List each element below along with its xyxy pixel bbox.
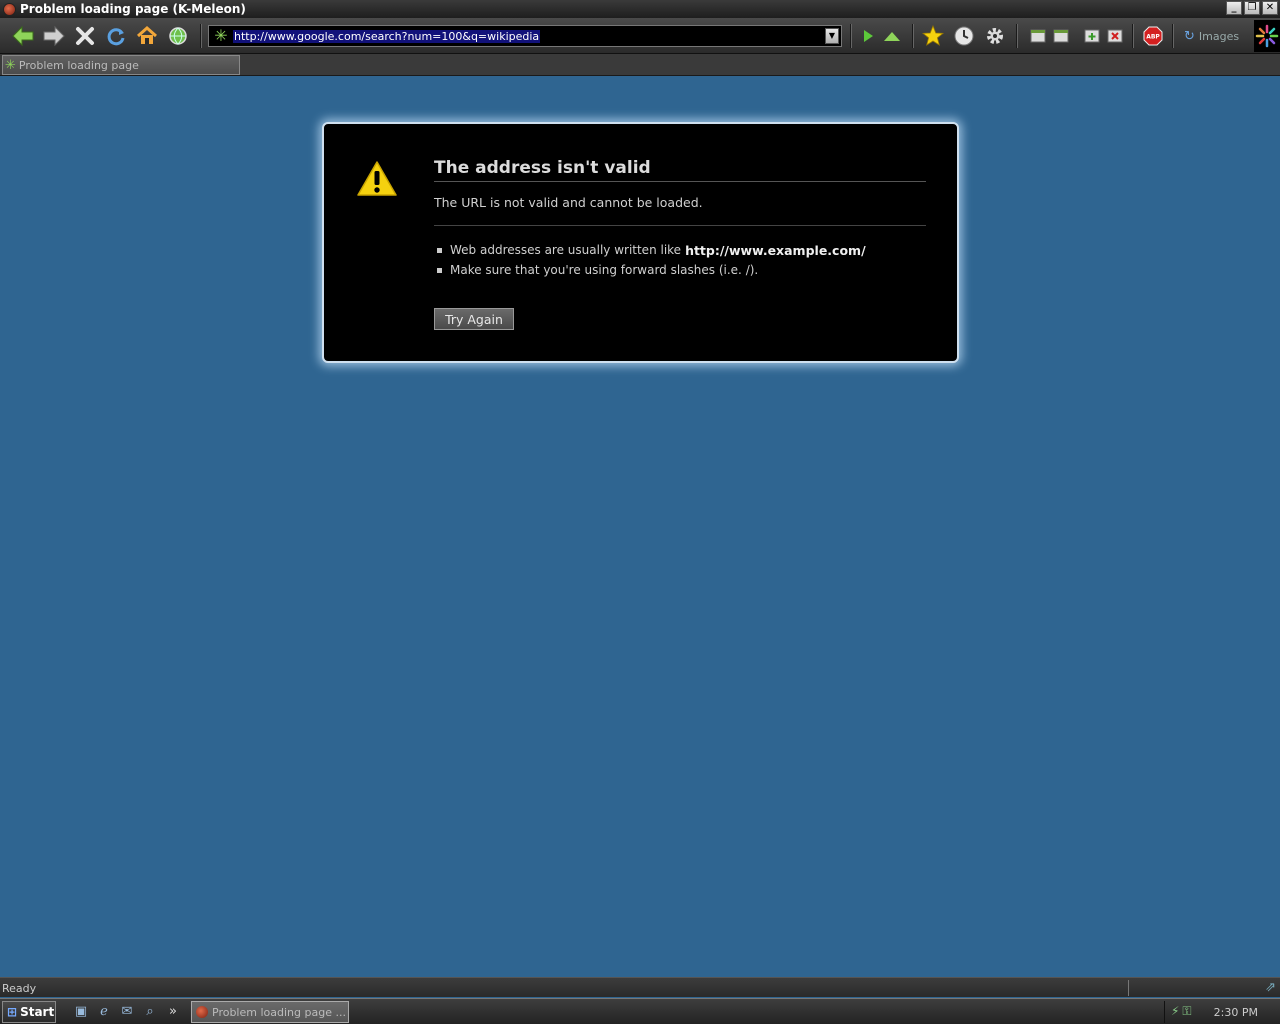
window-titlebar: Problem loading page (K-Meleon) _ ❐ ✕	[0, 0, 1280, 18]
toolbar-separator	[1132, 24, 1134, 48]
images-toggle-button[interactable]: ↻ Images	[1184, 26, 1239, 46]
toolbar-separator	[850, 24, 852, 48]
suggestion-item: Web addresses are usually written like h…	[437, 240, 866, 260]
window-controls: _ ❐ ✕	[1226, 1, 1278, 15]
taskbar: ⊞ Start ▣ ℯ ✉ ⌕ » Problem loading page .…	[0, 998, 1280, 1024]
kmeleon-app-icon	[3, 2, 16, 16]
bookmarks-button[interactable]	[920, 23, 946, 49]
system-tray: ⚡⚿ 2:30 PM	[1164, 1001, 1280, 1023]
back-button[interactable]	[10, 23, 36, 49]
go-arrow-icon	[864, 30, 873, 42]
error-suggestions-list: Web addresses are usually written like h…	[437, 240, 866, 280]
tab-label: Problem loading page	[18, 58, 139, 72]
up-arrow-icon	[884, 32, 900, 41]
images-refresh-icon: ↻	[1184, 28, 1195, 44]
adblock-button[interactable]: ABP	[1140, 23, 1166, 49]
suggestion-text: Web addresses are usually written like	[450, 243, 682, 257]
window-prev-icon	[1030, 29, 1046, 43]
clock: 2:30 PM	[1213, 1006, 1258, 1019]
page-content: The address isn't valid The URL is not v…	[0, 77, 1280, 977]
history-button[interactable]	[951, 23, 977, 49]
svg-text:ABP: ABP	[1146, 34, 1160, 41]
suggestion-item: Make sure that you're using forward slas…	[437, 260, 866, 280]
new-window-icon	[1084, 29, 1100, 43]
kmeleon-app-icon	[196, 1006, 208, 1018]
forward-arrow-icon	[43, 25, 65, 47]
window-next-button[interactable]	[1048, 23, 1074, 49]
adblock-icon: ABP	[1143, 26, 1163, 46]
close-window-icon	[1107, 29, 1123, 43]
window-title: Problem loading page (K-Meleon)	[20, 2, 246, 16]
kmeleon-logo-icon	[1254, 20, 1280, 52]
loading-favicon-icon: ✳	[214, 26, 228, 45]
globe-icon	[169, 27, 187, 45]
toolbar-separator	[912, 24, 914, 48]
window-next-icon	[1053, 29, 1069, 43]
tab-strip: ✳ Problem loading page	[0, 54, 1280, 76]
quicklaunch-more-button[interactable]: »	[164, 1003, 182, 1021]
stop-button[interactable]	[72, 23, 98, 49]
url-bar[interactable]: ✳ http://www.google.com/search?num=100&q…	[208, 25, 842, 47]
reload-icon	[107, 28, 125, 46]
images-label: Images	[1198, 29, 1240, 43]
bullet-icon	[437, 247, 442, 253]
stop-x-icon	[76, 27, 94, 45]
start-label: Start	[20, 1005, 55, 1019]
internet-explorer-icon[interactable]: ℯ	[95, 1003, 113, 1021]
restore-button[interactable]: ❐	[1244, 1, 1260, 15]
navigation-toolbar: ✳ http://www.google.com/search?num=100&q…	[0, 18, 1280, 54]
back-arrow-icon	[12, 25, 34, 47]
gear-icon	[987, 28, 1003, 44]
windows-flag-icon: ⊞	[7, 1005, 18, 1019]
bullet-icon	[437, 267, 442, 273]
error-title: The address isn't valid	[434, 158, 926, 182]
go-button[interactable]	[855, 23, 881, 49]
show-desktop-icon[interactable]: ▣	[72, 1003, 90, 1021]
popup-blocker-icon[interactable]: ⇗	[1265, 980, 1276, 995]
outlook-express-icon[interactable]: ✉	[118, 1003, 136, 1021]
search-icon[interactable]: ⌕	[141, 1003, 159, 1021]
tray-network-icon[interactable]: ⚡⚿	[1171, 1004, 1195, 1019]
error-description: The URL is not valid and cannot be loade…	[434, 195, 926, 226]
reload-button[interactable]	[103, 23, 129, 49]
taskbar-item-label: Problem loading page ...	[212, 1005, 346, 1019]
suggestion-text: Make sure that you're using forward slas…	[450, 263, 759, 277]
start-button[interactable]: ⊞ Start	[2, 1001, 56, 1023]
taskbar-item-kmeleon[interactable]: Problem loading page ...	[191, 1001, 349, 1023]
toolbar-separator	[1172, 24, 1174, 48]
clock-icon	[954, 26, 974, 46]
status-bar: Ready ⇗	[0, 977, 1280, 997]
loading-favicon-icon: ✳	[5, 57, 16, 73]
status-text: Ready	[2, 982, 37, 995]
warning-icon	[357, 161, 397, 196]
star-icon	[922, 25, 944, 46]
web-search-button[interactable]	[165, 23, 191, 49]
try-again-button[interactable]: Try Again	[434, 308, 514, 330]
tab-problem-loading-page[interactable]: ✳ Problem loading page	[2, 55, 240, 75]
toolbar-separator	[1016, 24, 1018, 48]
url-dropdown-button[interactable]: ▼	[825, 28, 839, 44]
status-panel	[1128, 980, 1254, 996]
example-url: http://www.example.com/	[685, 242, 866, 258]
toolbar-separator	[200, 24, 202, 48]
up-button[interactable]	[879, 23, 905, 49]
close-button[interactable]: ✕	[1262, 1, 1278, 15]
preferences-button[interactable]	[982, 23, 1008, 49]
forward-button[interactable]	[41, 23, 67, 49]
url-input[interactable]: http://www.google.com/search?num=100&q=w…	[233, 29, 541, 43]
minimize-button[interactable]: _	[1226, 1, 1242, 15]
home-button[interactable]	[134, 23, 160, 49]
home-icon	[137, 25, 157, 44]
error-page-container: The address isn't valid The URL is not v…	[322, 122, 959, 363]
close-window-button[interactable]	[1102, 23, 1128, 49]
